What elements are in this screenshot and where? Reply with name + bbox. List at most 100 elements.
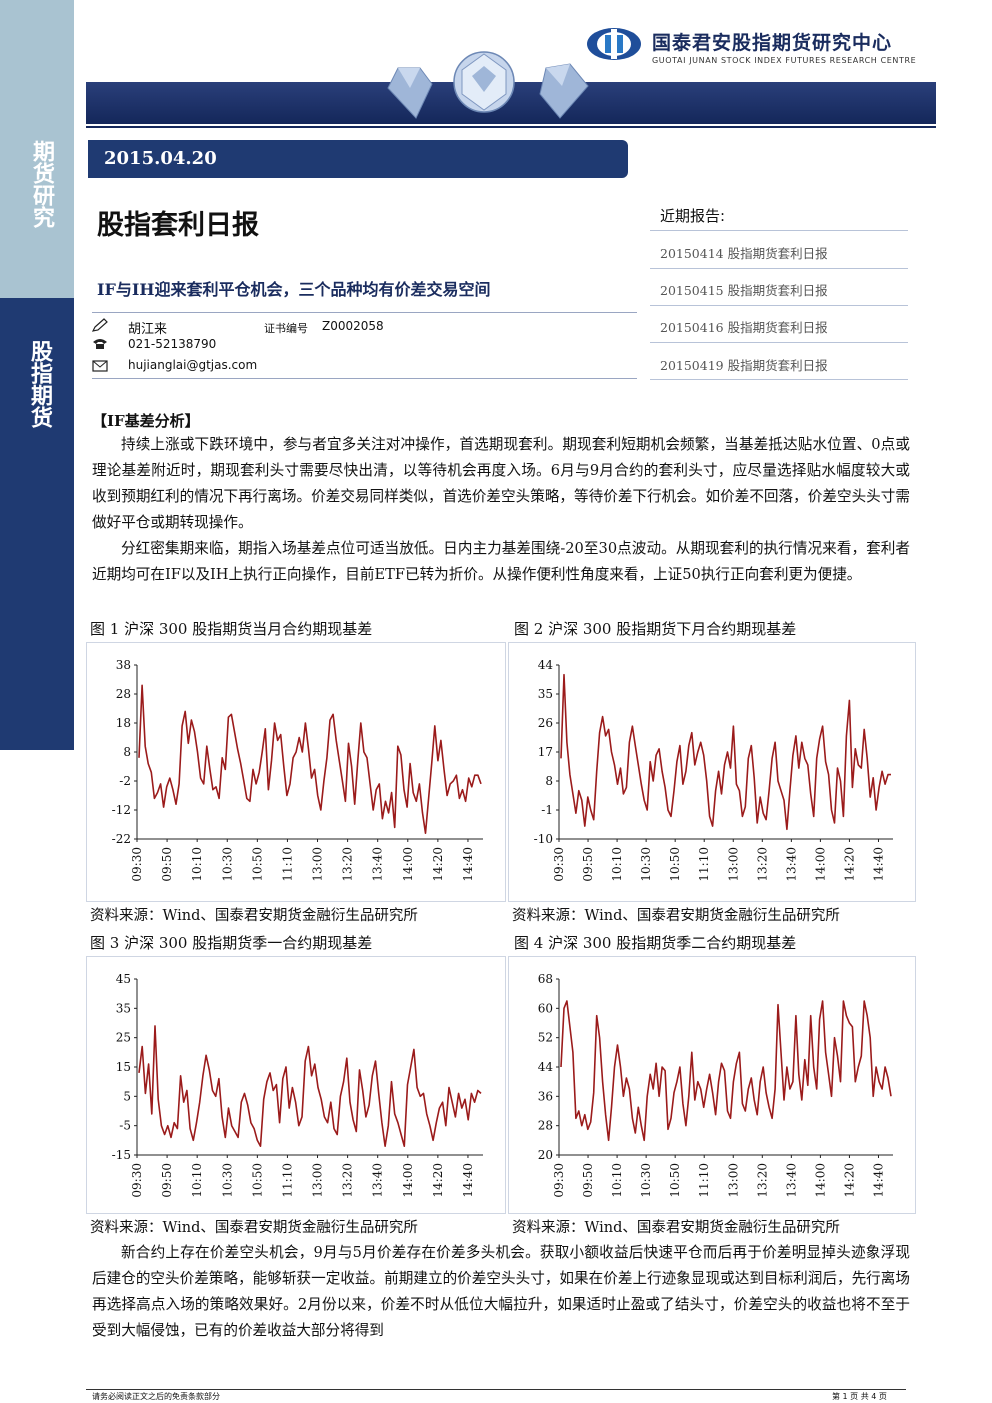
report-date: 2015.04.20 [104, 148, 217, 169]
figure-1-frame: 38 28 18 8 -2 -12 -22 09:30 09:50 10:10 10:30 10:50… [86, 642, 506, 902]
y-tick-label: 45 [116, 972, 131, 986]
y-tick-label: -15 [112, 1148, 131, 1162]
license-number: Z0002058 [322, 319, 384, 333]
y-tick-label: 35 [116, 1001, 131, 1015]
figure-3-title: 图 3 沪深 300 股指期货季一合约期现基差 [90, 934, 373, 952]
x-tick-label: 13:20 [755, 847, 769, 882]
recent-report-item[interactable]: 20150414 股指期货套利日报 [660, 243, 828, 262]
x-tick-label: 10:10 [610, 847, 624, 882]
figure-1-source: 资料来源：Wind、国泰君安期货金融衍生品研究所 [90, 908, 418, 924]
y-tick-label: 8 [545, 774, 553, 788]
figure-2-source: 资料来源：Wind、国泰君安期货金融衍生品研究所 [512, 908, 840, 924]
figure-2-title: 图 2 沪深 300 股指期货下月合约期现基差 [514, 620, 797, 638]
x-tick-label: 10:10 [190, 1163, 204, 1198]
figure-2-chart: 44 35 26 17 8 -1 -1009:30 09:50 10:10 10:30 10:50 1… [534, 658, 893, 882]
y-tick-label: 18 [116, 716, 131, 730]
figure-4-chart: 68 60 52 44 36 28 2009:30 09:50 10:10 10:30 10:50 1… [538, 972, 893, 1198]
x-tick-label: 10:50 [668, 1163, 682, 1198]
recent-divider [650, 342, 908, 343]
y-tick-label: -1 [541, 803, 553, 817]
x-tick-label: 14:20 [842, 1163, 856, 1198]
y-tick-label: 36 [538, 1089, 553, 1103]
footer-disclaimer: 请务必阅读正文之后的免责条款部分 [92, 1392, 220, 1401]
recent-divider [650, 305, 908, 306]
author-name: 胡江来 [128, 322, 168, 337]
figure-1-chart: 38 28 18 8 -2 -12 -2209:30 09:50 10:10 10:30 10:50… [112, 658, 483, 882]
x-tick-label: 10:30 [220, 847, 234, 882]
x-tick-label: 13:00 [311, 847, 325, 882]
y-tick-label: -12 [112, 803, 131, 817]
x-tick-label: 11:10 [697, 847, 711, 882]
x-tick-label: 14:40 [461, 1163, 475, 1198]
x-tick-label: 14:40 [461, 847, 475, 882]
figure-4-source: 资料来源：Wind、国泰君安期货金融衍生品研究所 [512, 1220, 840, 1236]
y-tick-label: 60 [538, 1001, 553, 1015]
y-tick-label: 38 [116, 658, 131, 672]
x-tick-label: 14:20 [431, 1163, 445, 1198]
x-tick-label: 14:20 [842, 847, 856, 882]
x-tick-label: 13:00 [311, 1163, 325, 1198]
sidebar-label-index-futures: 股指期货 [27, 340, 52, 428]
x-tick-label: 10:50 [250, 1163, 264, 1198]
company-name-cn: 国泰君安股指期货研究中心 [652, 32, 893, 54]
x-tick-label: 09:50 [581, 847, 595, 882]
x-tick-label: 11:10 [280, 1163, 294, 1198]
y-tick-label: 8 [123, 745, 131, 759]
x-tick-label: 13:20 [341, 847, 355, 882]
x-tick-label: 11:10 [280, 847, 294, 882]
sidebar-label-futures-research: 期货研究 [29, 140, 54, 228]
basis-series-line [560, 673, 891, 831]
x-tick-label: 13:20 [755, 1163, 769, 1198]
phone-icon [93, 339, 107, 349]
x-tick-label: 14:00 [813, 1163, 827, 1198]
y-tick-label: -5 [119, 1119, 131, 1133]
recent-divider [650, 230, 908, 231]
recent-report-item[interactable]: 20150419 股指期货套利日报 [660, 355, 828, 374]
diamond-gems-icon [387, 51, 589, 119]
recent-divider [650, 268, 908, 269]
x-tick-label: 13:40 [784, 1163, 798, 1198]
basis-series-line [138, 1025, 482, 1147]
x-tick-label: 10:50 [668, 847, 682, 882]
y-tick-label: 25 [116, 1031, 131, 1045]
x-tick-label: 09:30 [552, 1163, 566, 1198]
x-tick-label: 13:40 [371, 847, 385, 882]
footer-page-number: 第 1 页 共 4 页 [832, 1392, 887, 1401]
author-email[interactable]: hujianglai@gtjas.com [128, 358, 257, 372]
y-tick-label: 5 [123, 1089, 131, 1103]
y-tick-label: 68 [538, 972, 553, 986]
license-label: 证书编号 [264, 322, 308, 335]
recent-report-item[interactable]: 20150415 股指期货套利日报 [660, 280, 828, 299]
body-paragraph: 分红密集期来临，期指入场基差点位可适当放低。日内主力基差围绕-20至30点波动。… [92, 540, 910, 583]
x-tick-label: 09:30 [130, 847, 144, 882]
y-tick-label: 44 [538, 1060, 554, 1074]
figure-4-frame: 68 60 52 44 36 28 20 09:30 09:50 10:10 10:30 10:50 1… [508, 956, 916, 1214]
x-tick-label: 13:40 [784, 847, 798, 882]
y-tick-label: 28 [116, 687, 131, 701]
basis-series-line [138, 684, 482, 834]
report-headline: IF与IH迎来套利平仓机会，三个品种均有价差交易空间 [97, 280, 491, 299]
x-tick-label: 13:00 [726, 847, 740, 882]
x-tick-label: 14:00 [401, 1163, 415, 1198]
footer-rule [86, 1389, 906, 1390]
figure-3-source: 资料来源：Wind、国泰君安期货金融衍生品研究所 [90, 1220, 418, 1236]
x-tick-label: 10:50 [250, 847, 264, 882]
y-tick-label: -22 [112, 832, 131, 846]
headline-rule [92, 312, 637, 313]
figure-2-frame: 44 35 26 17 8 -1 -10 09:30 09:50 10:10 10:30 10:50 1… [508, 642, 916, 902]
x-tick-label: 09:30 [130, 1163, 144, 1198]
y-tick-label: -10 [534, 832, 553, 846]
y-tick-label: 52 [538, 1031, 553, 1045]
body-paragraph: 持续上涨或下跌环境中，参与者宜多关注对冲操作，首选期现套利。期现套利短期机会频繁… [92, 436, 910, 531]
recent-divider [650, 379, 908, 380]
recent-report-item[interactable]: 20150416 股指期货套利日报 [660, 317, 828, 336]
x-tick-label: 09:50 [581, 1163, 595, 1198]
x-tick-label: 09:30 [552, 847, 566, 882]
basis-series-line [560, 1000, 892, 1142]
y-tick-label: 17 [538, 745, 553, 759]
x-tick-label: 14:40 [871, 1163, 885, 1198]
x-tick-label: 13:00 [726, 1163, 740, 1198]
x-tick-label: 14:20 [431, 847, 445, 882]
figure-3-chart: 45 35 25 15 5 -5 -1509:30 09:50 10:10 10:30 10:50 1… [112, 972, 483, 1198]
y-tick-label: 26 [538, 716, 553, 730]
